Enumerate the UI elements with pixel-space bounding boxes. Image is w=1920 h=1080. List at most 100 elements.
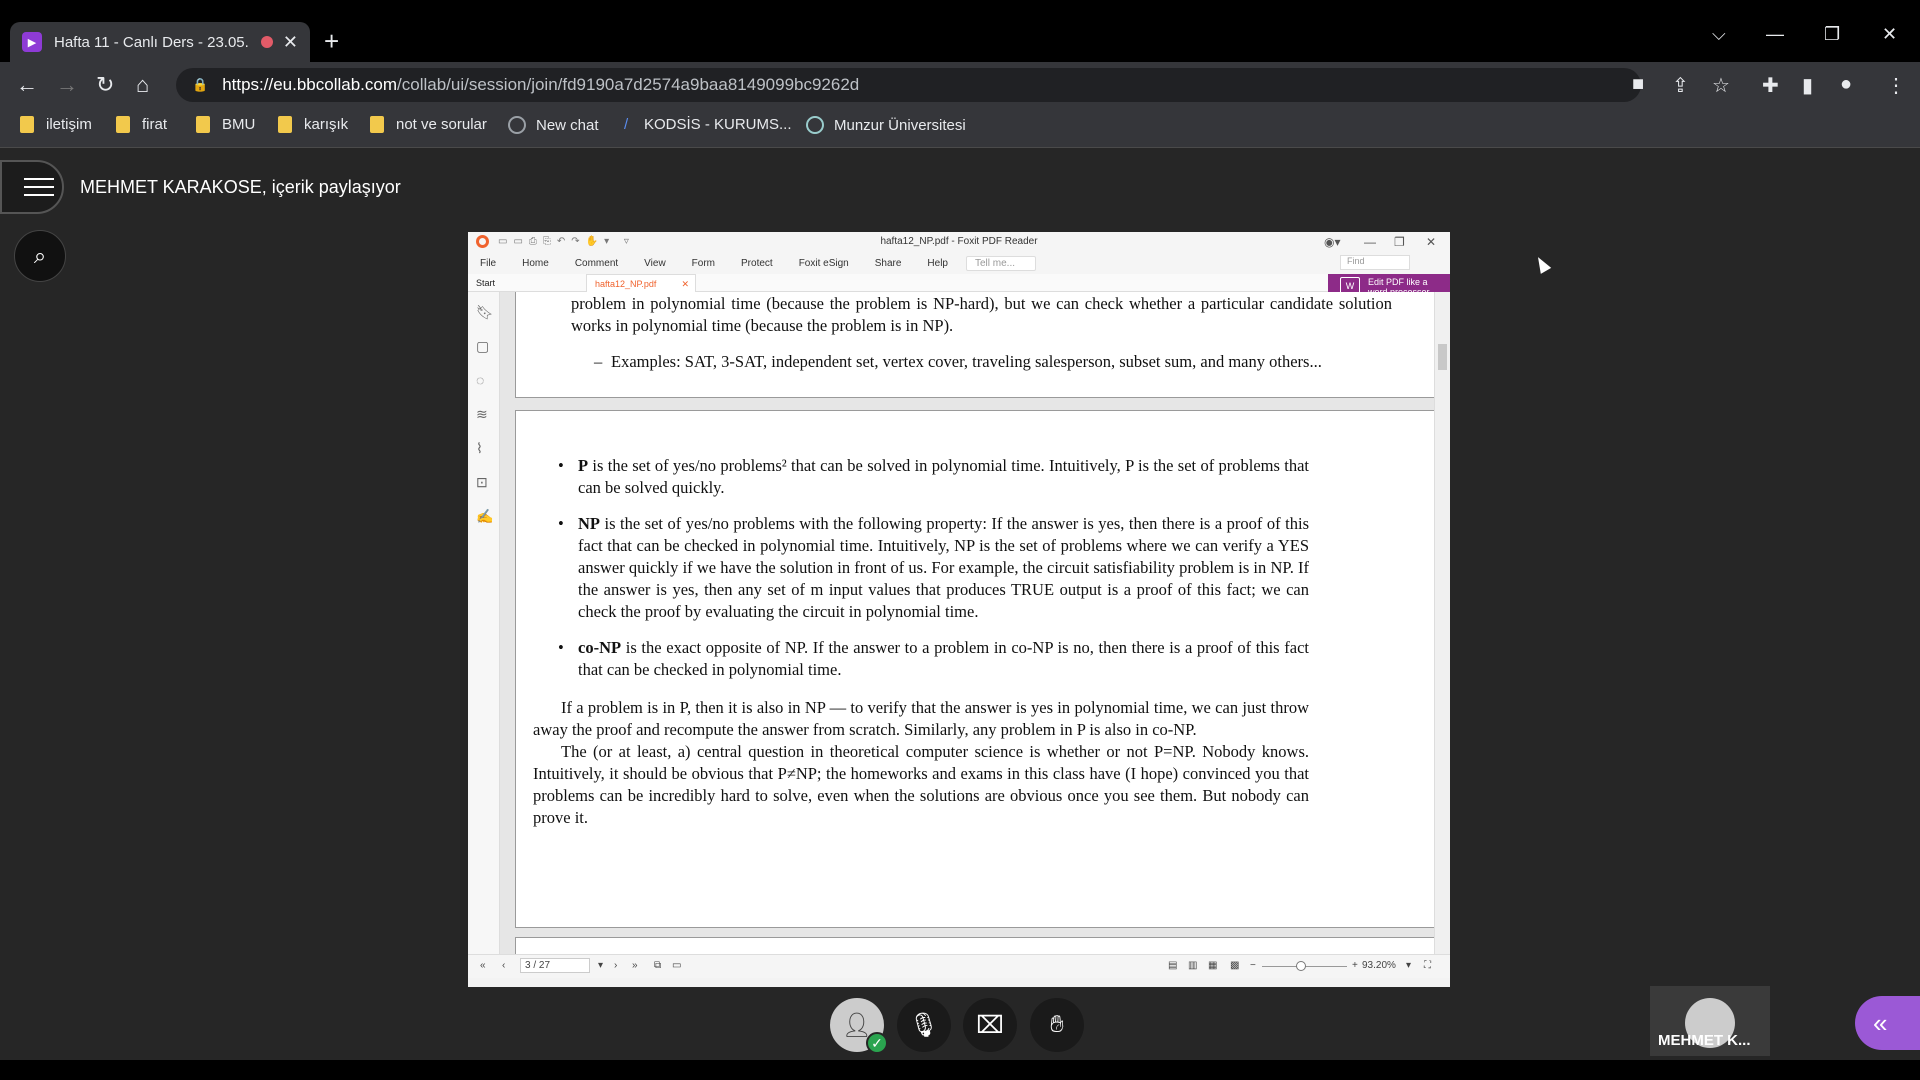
page-dropdown-icon[interactable]: ▾ [598, 960, 603, 971]
comments-icon[interactable]: ◌ [476, 372, 484, 388]
bookmark-karisik[interactable]: karışık [278, 116, 348, 133]
account-icon[interactable]: ◉▾ [1324, 232, 1341, 252]
university-icon [806, 116, 824, 134]
bookmark-kodsis[interactable]: / KODSİS - KURUMS... [624, 116, 792, 133]
raise-hand-button[interactable]: ✋︎ [1030, 998, 1084, 1052]
new-tab-button[interactable]: + [324, 26, 339, 57]
last-page-icon[interactable]: » [632, 960, 638, 971]
quick-access-toolbar[interactable]: ▭▭⎙⎘↶↷✋▾ ▿ [498, 232, 635, 252]
pdf-close-icon[interactable]: ✕ [1426, 232, 1436, 252]
minimize-icon[interactable]: — [1766, 24, 1784, 45]
bookmark-bmu[interactable]: BMU [196, 116, 255, 133]
vertical-scrollbar[interactable] [1434, 292, 1450, 954]
forward-icon[interactable]: → [56, 72, 78, 98]
layers-icon[interactable]: ≋ [476, 406, 488, 423]
facing-icon[interactable]: ▦ [1208, 960, 1217, 971]
tab-close-icon[interactable]: ✕ [283, 32, 298, 53]
extensions-icon[interactable]: ✚ [1762, 73, 1779, 98]
menu-home[interactable]: Home [522, 258, 549, 269]
copy-page-icon[interactable]: ⧉ [654, 960, 661, 971]
raise-hand-icon: ✋︎ [1050, 1011, 1064, 1038]
find-input[interactable]: Find [1340, 255, 1410, 270]
microphone-button[interactable]: 🎙︎ [897, 998, 951, 1052]
attachments-icon[interactable]: ⌇ [476, 440, 483, 457]
fullscreen-icon[interactable]: ⛶ [1424, 960, 1431, 971]
share-icon[interactable]: ⇪ [1672, 73, 1689, 98]
profile-avatar-icon[interactable]: ● [1840, 73, 1852, 96]
scroll-thumb[interactable] [1438, 344, 1447, 370]
continuous-icon[interactable]: ▥ [1188, 960, 1197, 971]
hamburger-line [24, 194, 54, 196]
my-status-button[interactable]: 👤︎ ✓ [830, 998, 888, 1054]
menu-protect[interactable]: Protect [741, 258, 773, 269]
content-zoom-button[interactable]: ⌕ [14, 230, 66, 282]
pdf-status-bar: « ‹ 3 / 27 ▾ › » ⧉ ▭ ▤ ▥ ▦ ▩ − + 93.20% … [468, 954, 1450, 978]
menu-foxit-esign[interactable]: Foxit eSign [799, 258, 849, 269]
next-page-icon[interactable]: › [614, 960, 617, 971]
home-icon[interactable]: ⌂ [136, 72, 149, 98]
address-bar[interactable]: 🔒 https://eu.bbcollab.com /collab/ui/ses… [176, 68, 1641, 102]
pdf-restore-icon[interactable]: ❐ [1394, 232, 1405, 252]
zoom-dropdown-icon[interactable]: ▾ [1406, 960, 1411, 971]
page-view-icon[interactable]: ▭ [672, 960, 681, 971]
tab-search-dropdown-icon[interactable]: ⌵ [1712, 24, 1726, 45]
bookmark-star-icon[interactable]: ☆ [1712, 73, 1730, 98]
bookmark-munzur[interactable]: Munzur Üniversitesi [806, 116, 966, 134]
tab-start[interactable]: Start [468, 274, 586, 292]
participant-tile[interactable]: MEHMET K... [1650, 986, 1770, 1056]
bookmark-firat[interactable]: firat [116, 116, 167, 133]
hamburger-line [24, 186, 54, 188]
bookmark-panel-icon[interactable]: 🔖︎ [476, 304, 494, 321]
menu-file[interactable]: File [480, 258, 496, 269]
session-menu-button[interactable] [0, 160, 64, 214]
browser-tab[interactable]: ▶ Hafta 11 - Canlı Ders - 23.05. ✕ [10, 22, 310, 62]
pdf-minimize-icon[interactable]: — [1364, 232, 1376, 252]
open-panel-button[interactable]: « [1855, 996, 1920, 1050]
menu-share[interactable]: Share [875, 258, 902, 269]
menu-form[interactable]: Form [692, 258, 715, 269]
bookmark-label: not ve sorular [396, 116, 487, 133]
menu-comment[interactable]: Comment [575, 258, 618, 269]
zoom-level[interactable]: 93.20% [1362, 960, 1396, 971]
back-icon[interactable]: ← [16, 72, 38, 98]
folder-icon [196, 116, 210, 133]
camera-button[interactable]: ⌧ [963, 998, 1017, 1052]
folder-icon [116, 116, 130, 133]
def-p: is the set of yes/no problems² that can … [578, 456, 1309, 497]
first-page-icon[interactable]: « [480, 960, 486, 971]
bookmarks-bar: iletişim firat BMU karışık not ve sorula… [0, 108, 1920, 148]
continuous-facing-icon[interactable]: ▩ [1230, 960, 1239, 971]
camera-off-icon: ⌧ [976, 1011, 1004, 1039]
bookmark-label: Munzur Üniversitesi [834, 116, 966, 134]
navigation-pane: 🔖︎ ▢ ◌ ≋ ⌇ ⊡ ✍ [468, 292, 500, 954]
camera-icon[interactable]: ■ [1632, 73, 1644, 96]
signature-icon[interactable]: ✍ [476, 508, 493, 525]
zoom-in-icon[interactable]: + [1352, 960, 1358, 971]
menu-view[interactable]: View [644, 258, 666, 269]
menu-help[interactable]: Help [927, 258, 948, 269]
url-path: /collab/ui/session/join/fd9190a7d2574a9b… [397, 75, 860, 94]
page-thumbnails-icon[interactable]: ▢ [476, 338, 489, 355]
page-text: problem in polynomial time (because the … [571, 294, 1392, 335]
share-status-title: MEHMET KARAKOSE, içerik paylaşıyor [80, 177, 401, 197]
bookmark-new-chat[interactable]: New chat [508, 116, 599, 134]
bookmark-iletisim[interactable]: iletişim [20, 116, 92, 133]
security-icon[interactable]: ⊡ [476, 474, 488, 491]
more-menu-icon[interactable]: ⋮ [1886, 73, 1906, 98]
tab-close-icon[interactable]: ✕ [681, 275, 689, 293]
page-number-input[interactable]: 3 / 27 [520, 958, 590, 973]
tab-document[interactable]: hafta12_NP.pdf ✕ [586, 274, 696, 292]
hamburger-icon [24, 178, 54, 180]
close-window-icon[interactable]: ✕ [1882, 24, 1897, 45]
tab-title: Hafta 11 - Canlı Ders - 23.05. [54, 33, 249, 51]
bookmark-label: BMU [222, 116, 256, 133]
single-page-icon[interactable]: ▤ [1168, 960, 1177, 971]
restore-icon[interactable]: ❐ [1824, 24, 1840, 45]
bookmark-not-ve-sorular[interactable]: not ve sorular [370, 116, 487, 133]
side-panel-icon[interactable]: ▮ [1802, 73, 1813, 98]
zoom-slider-knob[interactable] [1296, 961, 1306, 971]
tell-me-input[interactable]: Tell me... [966, 255, 1036, 271]
reload-icon[interactable]: ↻ [96, 72, 114, 98]
prev-page-icon[interactable]: ‹ [502, 960, 505, 971]
zoom-out-icon[interactable]: − [1250, 960, 1256, 971]
